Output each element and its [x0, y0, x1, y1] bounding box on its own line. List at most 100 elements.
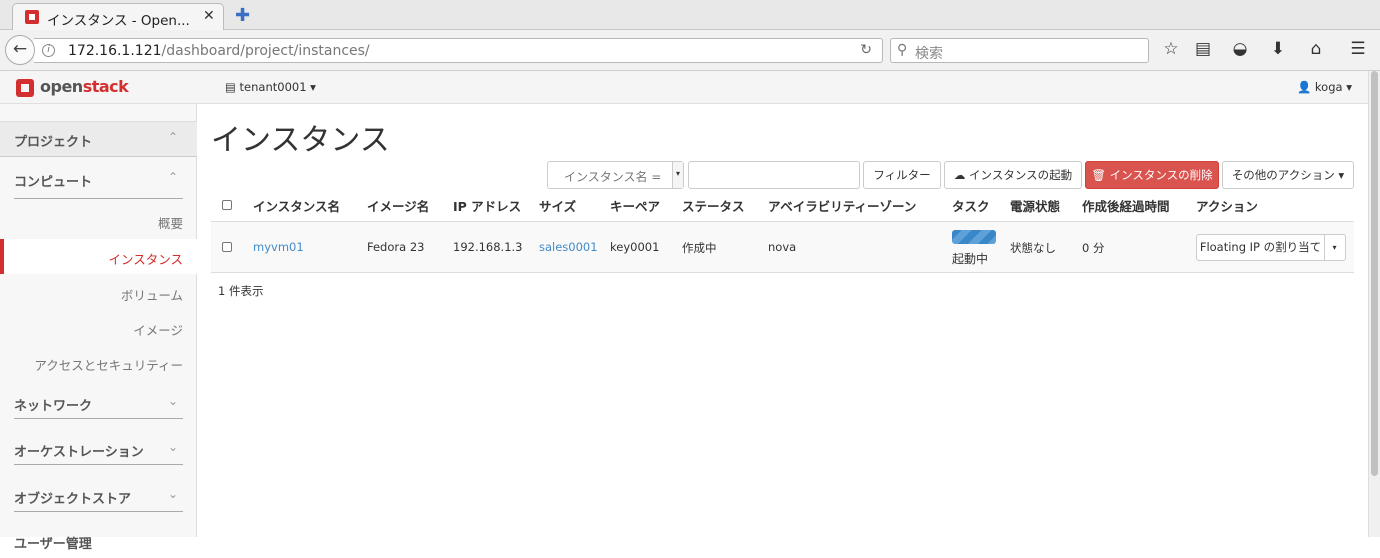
sidebar-item-images[interactable]: イメージ: [0, 310, 197, 345]
page-scrollbar[interactable]: [1368, 71, 1380, 537]
openstack-favicon-icon: [25, 10, 39, 24]
instance-keypair: key0001: [610, 240, 660, 254]
browser-nav-bar: i 172.16.1.121/dashboard/project/instanc…: [0, 30, 1380, 71]
sidebar-section-label: プロジェクト: [14, 135, 93, 150]
filter-field-select[interactable]: インスタンス名 = ▾: [547, 161, 684, 189]
sidebar-section-label: ユーザー管理: [14, 537, 92, 552]
new-tab-icon[interactable]: ✚: [235, 5, 250, 26]
caret-down-icon[interactable]: ▾: [1324, 235, 1345, 260]
user-menu[interactable]: 👤 koga ▾: [1297, 80, 1352, 94]
column-header-size[interactable]: サイズ: [539, 196, 576, 215]
column-header-name[interactable]: インスタンス名: [253, 196, 340, 215]
sidebar-item-label: イメージ: [133, 323, 183, 338]
table-row: myvm01 Fedora 23 192.168.1.3 sales0001 k…: [211, 222, 1354, 273]
app-header: openstack ▤ tenant0001 ▾ 👤 koga ▾: [0, 71, 1368, 104]
sidebar: プロジェクト ⌃ コンピュート ⌃ 概要 インスタンス ボリューム イメージ ア…: [0, 104, 197, 552]
launch-instance-label: インスタンスの起動: [969, 168, 1073, 182]
column-header-age[interactable]: 作成後経過時間: [1082, 196, 1170, 215]
sidebar-divider: [14, 511, 183, 512]
sidebar-section-orchestration[interactable]: オーケストレーション ⌄: [0, 432, 197, 466]
bookmark-star-icon[interactable]: ☆: [1160, 39, 1182, 61]
chevron-up-icon: ⌃: [168, 130, 179, 144]
browser-search-input[interactable]: ⚲ 検索: [890, 38, 1149, 63]
instance-size-link[interactable]: sales0001: [539, 240, 598, 254]
reading-list-icon[interactable]: ▤: [1192, 39, 1214, 61]
info-icon[interactable]: i: [42, 44, 55, 57]
instance-zone: nova: [768, 240, 797, 254]
more-actions-label: その他のアクション: [1231, 168, 1335, 182]
sidebar-section-project[interactable]: プロジェクト ⌃: [0, 121, 197, 157]
row-checkbox[interactable]: [222, 242, 232, 252]
page-title: インスタンス: [211, 123, 390, 158]
instance-name-link[interactable]: myvm01: [253, 240, 304, 254]
scroll-thumb[interactable]: [1371, 71, 1378, 476]
sidebar-item-access-security[interactable]: アクセスとセキュリティー: [0, 345, 197, 380]
sidebar-item-overview[interactable]: 概要: [0, 203, 197, 238]
associate-floating-ip-button[interactable]: Floating IP の割り当て: [1197, 235, 1325, 260]
delete-instances-button[interactable]: 🗑 インスタンスの削除: [1085, 161, 1219, 189]
item-count: 1 件表示: [218, 284, 264, 298]
sidebar-divider: [14, 418, 183, 419]
url-bar[interactable]: i 172.16.1.121/dashboard/project/instanc…: [34, 38, 883, 63]
column-header-image[interactable]: イメージ名: [367, 196, 429, 215]
user-menu-label: koga: [1314, 80, 1343, 94]
brand-stack-text: stack: [82, 77, 129, 96]
instance-task: 起動中: [952, 252, 989, 266]
browser-tab[interactable]: インスタンス - Open... ✕: [12, 3, 224, 31]
instance-power-state: 状態なし: [1010, 241, 1056, 255]
sidebar-item-volumes[interactable]: ボリューム: [0, 275, 197, 310]
caret-down-icon[interactable]: ▾: [672, 162, 683, 188]
sidebar-section-network[interactable]: ネットワーク ⌄: [0, 386, 197, 420]
url-text[interactable]: 172.16.1.121/dashboard/project/instances…: [68, 43, 370, 59]
home-icon[interactable]: ⌂: [1305, 39, 1327, 61]
sidebar-section-admin[interactable]: ユーザー管理: [0, 524, 197, 558]
filter-input[interactable]: [688, 161, 860, 189]
pocket-icon[interactable]: ◒: [1229, 39, 1251, 61]
instance-age: 0 分: [1082, 241, 1105, 255]
download-icon[interactable]: ⬇: [1267, 39, 1289, 61]
project-icon: ▤: [225, 80, 240, 94]
filter-button[interactable]: フィルター: [863, 161, 941, 189]
column-header-status[interactable]: ステータス: [682, 196, 745, 215]
column-header-keypair[interactable]: キーペア: [610, 196, 660, 215]
instance-status: 作成中: [682, 241, 717, 255]
tab-title: インスタンス - Open...: [47, 13, 190, 29]
sidebar-section-object-store[interactable]: オブジェクトストア ⌄: [0, 479, 197, 513]
column-header-ip[interactable]: IP アドレス: [453, 196, 521, 215]
menu-icon[interactable]: ☰: [1347, 39, 1369, 61]
launch-instance-button[interactable]: ☁ インスタンスの起動: [944, 161, 1082, 189]
sidebar-section-label: ネットワーク: [14, 399, 93, 414]
search-placeholder: 検索: [915, 46, 943, 62]
column-header-power[interactable]: 電源状態: [1010, 196, 1060, 215]
caret-down-icon: ▾: [1334, 168, 1345, 182]
close-tab-icon[interactable]: ✕: [203, 8, 215, 24]
chevron-down-icon: ⌄: [168, 487, 179, 501]
brand-name[interactable]: openstack: [40, 77, 129, 96]
instance-image: Fedora 23: [367, 240, 425, 254]
trash-icon: 🗑: [1091, 168, 1110, 182]
more-actions-button[interactable]: その他のアクション ▾: [1222, 161, 1354, 189]
instance-ip: 192.168.1.3: [453, 240, 523, 254]
filter-field-label: インスタンス名 =: [564, 170, 662, 184]
caret-down-icon: ▾: [1342, 80, 1352, 94]
column-header-task[interactable]: タスク: [952, 196, 990, 215]
browser-tab-bar: インスタンス - Open... ✕ ✚: [0, 0, 1380, 31]
reload-icon[interactable]: ↻: [860, 42, 872, 58]
sidebar-item-label: アクセスとセキュリティー: [34, 358, 183, 373]
project-selector[interactable]: ▤ tenant0001 ▾: [225, 80, 316, 94]
project-selector-label: tenant0001: [239, 80, 307, 94]
sidebar-item-instances[interactable]: インスタンス: [0, 239, 197, 274]
task-progress-bar: [952, 230, 996, 244]
select-all-checkbox[interactable]: [222, 200, 232, 210]
sidebar-item-label: インスタンス: [108, 252, 183, 267]
column-header-actions: アクション: [1196, 199, 1258, 214]
back-arrow-icon[interactable]: ←: [5, 35, 35, 65]
caret-down-icon: ▾: [306, 80, 316, 94]
sidebar-section-compute[interactable]: コンピュート ⌃: [0, 162, 197, 196]
sidebar-divider: [14, 464, 183, 465]
openstack-logo-icon[interactable]: [16, 79, 34, 97]
user-icon: 👤: [1296, 80, 1315, 94]
brand-open-text: open: [40, 77, 83, 96]
column-header-zone[interactable]: アベイラビリティーゾーン: [768, 196, 916, 215]
sidebar-item-label: ボリューム: [120, 288, 183, 303]
